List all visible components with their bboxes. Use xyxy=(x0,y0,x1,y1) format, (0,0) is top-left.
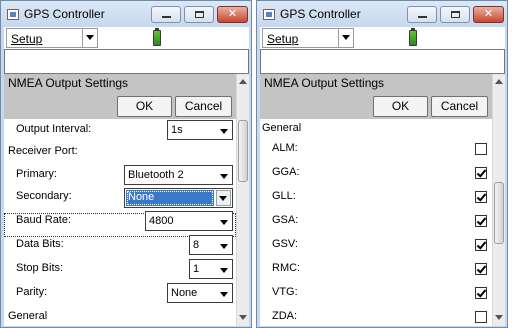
minimize-button[interactable] xyxy=(407,6,437,23)
setup-menu[interactable]: Setup xyxy=(6,28,98,48)
settings-header: NMEA Output Settings OK Cancel xyxy=(260,74,492,119)
sentence-label: ZDA: xyxy=(272,310,298,322)
primary-value: Bluetooth 2 xyxy=(128,169,184,181)
window-title: GPS Controller xyxy=(280,7,361,21)
client-area: Setup NMEA Output Settings OK Cancel Gen… xyxy=(260,27,505,326)
maximize-icon xyxy=(450,11,460,18)
output-interval-label: Output Interval: xyxy=(16,123,92,135)
title-bar: GPS Controller ✕ xyxy=(1,1,251,27)
primary-select[interactable]: Bluetooth 2 xyxy=(124,165,233,185)
scrollbar-thumb[interactable] xyxy=(494,182,504,244)
app-icon xyxy=(263,9,275,20)
receiver-port-label: Receiver Port: xyxy=(8,145,78,157)
minimize-icon xyxy=(417,16,427,18)
close-icon: ✕ xyxy=(227,8,238,20)
window-title: GPS Controller xyxy=(24,7,105,21)
status-text-box xyxy=(260,49,505,74)
ok-button[interactable]: OK xyxy=(373,96,428,117)
setup-menu-label: Setup xyxy=(11,32,43,46)
maximize-button[interactable] xyxy=(184,6,214,23)
maximize-button[interactable] xyxy=(440,6,470,23)
sentence-checkbox[interactable] xyxy=(475,191,487,203)
cancel-button[interactable]: Cancel xyxy=(431,96,488,117)
secondary-value: None xyxy=(126,190,214,206)
sentence-checkbox[interactable] xyxy=(475,263,487,275)
sentence-label: GSV: xyxy=(272,238,298,250)
page-title: NMEA Output Settings xyxy=(8,76,129,90)
chevron-down-icon[interactable] xyxy=(338,29,353,47)
general-section-label: General xyxy=(262,122,302,134)
sentence-checkbox[interactable] xyxy=(475,239,487,251)
chevron-down-icon xyxy=(220,174,228,179)
sentence-label: ALM: xyxy=(272,142,298,154)
scrollbar-thumb[interactable] xyxy=(238,120,248,182)
setup-menu[interactable]: Setup xyxy=(262,28,354,48)
ok-button[interactable]: OK xyxy=(117,96,172,117)
chevron-down-icon xyxy=(220,220,228,225)
stop-bits-value: 1 xyxy=(193,263,200,275)
sentence-checkbox[interactable] xyxy=(475,287,487,299)
parity-select[interactable]: None xyxy=(167,283,233,303)
cancel-button[interactable]: Cancel xyxy=(175,96,232,117)
chevron-down-icon[interactable] xyxy=(82,29,97,47)
scroll-up-icon[interactable] xyxy=(493,75,505,88)
parity-value: None xyxy=(171,287,198,299)
data-bits-value: 8 xyxy=(193,239,200,251)
stop-bits-select[interactable]: 1 xyxy=(189,259,233,279)
output-interval-select[interactable]: 1s xyxy=(167,120,233,140)
chevron-down-icon xyxy=(220,129,228,134)
scroll-down-icon[interactable] xyxy=(493,311,505,324)
secondary-label: Secondary: xyxy=(16,190,72,202)
sentence-label: VTG: xyxy=(272,286,298,298)
gps-controller-window-left: GPS Controller ✕ Setup NMEA Output Setti… xyxy=(0,0,252,328)
sentence-label: RMC: xyxy=(272,262,301,274)
sentence-checkbox[interactable] xyxy=(475,143,487,155)
secondary-select[interactable]: None xyxy=(124,188,233,208)
gps-controller-window-right: GPS Controller ✕ Setup NMEA Output Setti… xyxy=(256,0,508,328)
sentence-label: GGA: xyxy=(272,166,300,178)
close-icon: ✕ xyxy=(483,8,494,20)
chevron-down-icon xyxy=(220,268,228,273)
menu-bar: Setup xyxy=(4,27,249,49)
minimize-icon xyxy=(161,16,171,18)
baud-rate-select[interactable]: 4800 xyxy=(145,211,233,231)
parity-label: Parity: xyxy=(16,286,48,298)
data-bits-label: Data Bits: xyxy=(16,238,64,250)
sentence-checkbox[interactable] xyxy=(475,167,487,179)
battery-icon xyxy=(153,28,161,46)
vertical-scrollbar[interactable] xyxy=(492,74,505,326)
page-title: NMEA Output Settings xyxy=(264,76,385,90)
primary-label: Primary: xyxy=(16,168,57,180)
baud-rate-label: Baud Rate: xyxy=(16,214,72,226)
output-interval-value: 1s xyxy=(171,124,183,136)
close-button[interactable]: ✕ xyxy=(217,6,248,23)
chevron-down-icon xyxy=(220,292,228,297)
vertical-scrollbar[interactable] xyxy=(236,74,249,326)
general-section-label: General xyxy=(8,310,48,322)
sentence-checkbox[interactable] xyxy=(475,215,487,227)
close-button[interactable]: ✕ xyxy=(473,6,504,23)
stop-bits-label: Stop Bits: xyxy=(16,262,64,274)
minimize-button[interactable] xyxy=(151,6,181,23)
client-area: Setup NMEA Output Settings OK Cancel Out… xyxy=(4,27,249,326)
chevron-down-icon xyxy=(220,244,228,249)
scroll-up-icon[interactable] xyxy=(237,75,249,88)
title-bar: GPS Controller ✕ xyxy=(257,1,507,27)
settings-header: NMEA Output Settings OK Cancel xyxy=(4,74,236,119)
chevron-down-icon xyxy=(219,196,227,201)
menu-bar: Setup xyxy=(260,27,505,49)
maximize-icon xyxy=(194,11,204,18)
sentence-label: GLL: xyxy=(272,190,296,202)
status-text-box xyxy=(4,49,249,74)
app-icon xyxy=(7,9,19,20)
battery-icon xyxy=(409,28,417,46)
data-bits-select[interactable]: 8 xyxy=(189,235,233,255)
sentence-label: GSA: xyxy=(272,214,299,226)
setup-menu-label: Setup xyxy=(267,32,299,46)
scroll-down-icon[interactable] xyxy=(237,311,249,324)
baud-rate-value: 4800 xyxy=(149,215,174,227)
sentence-checkbox[interactable] xyxy=(475,311,487,323)
